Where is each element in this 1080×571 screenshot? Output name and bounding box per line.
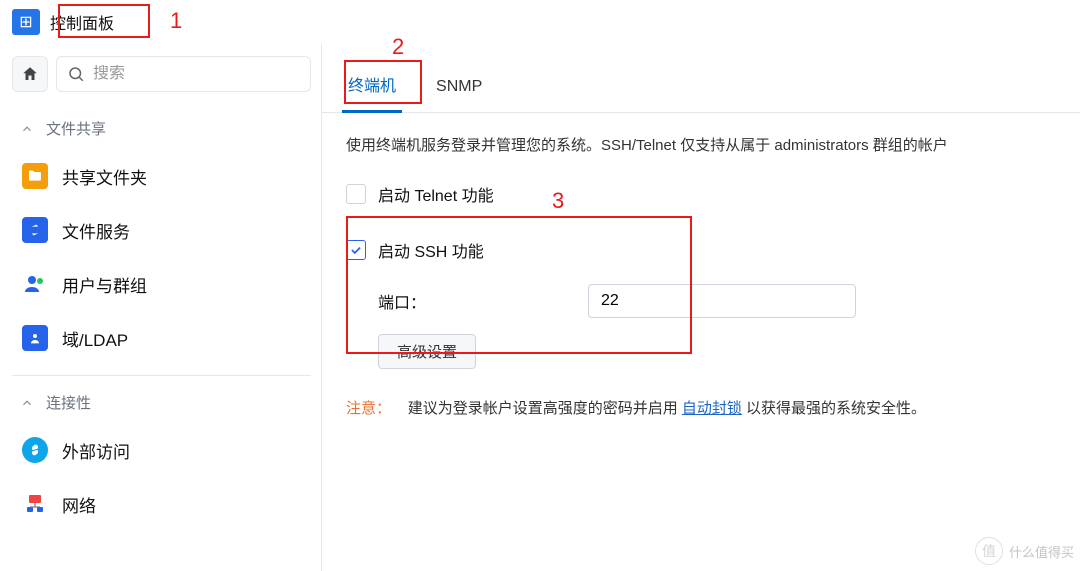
sidebar-item-label: 用户与群组 (62, 272, 147, 297)
sidebar-item-file-services[interactable]: 文件服务 (12, 203, 311, 257)
swap-icon (22, 217, 48, 243)
sidebar-item-label: 文件服务 (62, 218, 130, 243)
sidebar-item-label: 外部访问 (62, 438, 130, 463)
main-panel: 终端机 SNMP 使用终端机服务登录并管理您的系统。SSH/Telnet 仅支持… (322, 44, 1080, 571)
sidebar-item-domain-ldap[interactable]: 域/LDAP (12, 311, 311, 365)
sidebar: 文件共享 共享文件夹 文件服务 用户与群组 域/LDAP (0, 44, 322, 571)
section-header-connectivity[interactable]: 连接性 (12, 384, 311, 423)
section-label-file-sharing: 文件共享 (46, 118, 106, 139)
ssh-checkbox-row: 启动 SSH 功能 (346, 232, 1056, 268)
telnet-checkbox-row: 启动 Telnet 功能 (346, 176, 1056, 212)
search-input[interactable] (93, 65, 300, 83)
telnet-label: 启动 Telnet 功能 (378, 182, 494, 206)
network-icon (22, 491, 48, 517)
port-input[interactable] (588, 284, 856, 318)
window-titlebar: 控制面板 (0, 0, 1080, 44)
section-header-file-sharing[interactable]: 文件共享 (12, 110, 311, 149)
note-row: 注意： 建议为登录帐户设置高强度的密码并启用 自动封锁 以获得最强的系统安全性。 (346, 397, 1056, 421)
section-label-connectivity: 连接性 (46, 392, 91, 413)
watermark-icon: 值 (975, 537, 1003, 565)
tab-content: 使用终端机服务登录并管理您的系统。SSH/Telnet 仅支持从属于 admin… (322, 113, 1080, 443)
watermark: 值 什么值得买 (975, 537, 1074, 565)
note-text-after: 以获得最强的系统安全性。 (746, 400, 926, 417)
ssh-checkbox[interactable] (346, 240, 366, 260)
tab-bar: 终端机 SNMP (322, 62, 1080, 113)
ssh-label: 启动 SSH 功能 (378, 238, 484, 262)
note-text-before: 建议为登录帐户设置高强度的密码并启用 (408, 400, 682, 417)
window-title: 控制面板 (50, 10, 114, 34)
telnet-checkbox[interactable] (346, 184, 366, 204)
chevron-up-icon (18, 394, 36, 412)
advanced-settings-button[interactable]: 高级设置 (378, 334, 476, 369)
sidebar-item-users-groups[interactable]: 用户与群组 (12, 257, 311, 311)
users-icon (22, 271, 48, 297)
sidebar-item-external-access[interactable]: 外部访问 (12, 423, 311, 477)
watermark-text: 什么值得买 (1009, 542, 1074, 561)
tab-snmp[interactable]: SNMP (430, 68, 488, 112)
sidebar-item-label: 网络 (62, 492, 96, 517)
link-icon (22, 437, 48, 463)
sidebar-item-label: 共享文件夹 (62, 164, 147, 189)
sidebar-item-label: 域/LDAP (62, 326, 128, 351)
home-icon (21, 65, 39, 83)
divider (12, 375, 311, 376)
home-button[interactable] (12, 56, 48, 92)
chevron-up-icon (18, 120, 36, 138)
port-row: 端口： (378, 284, 1056, 318)
tab-terminal[interactable]: 终端机 (342, 62, 402, 112)
sidebar-item-shared-folder[interactable]: 共享文件夹 (12, 149, 311, 203)
description-text: 使用终端机服务登录并管理您的系统。SSH/Telnet 仅支持从属于 admin… (346, 135, 1056, 158)
sidebar-item-network[interactable]: 网络 (12, 477, 311, 531)
control-panel-icon (12, 9, 40, 35)
port-label: 端口： (378, 289, 578, 313)
note-label: 注意： (346, 400, 391, 417)
address-book-icon (22, 325, 48, 351)
search-icon (67, 65, 85, 83)
auto-block-link[interactable]: 自动封锁 (682, 400, 742, 417)
search-box[interactable] (56, 56, 311, 92)
folder-icon (22, 163, 48, 189)
